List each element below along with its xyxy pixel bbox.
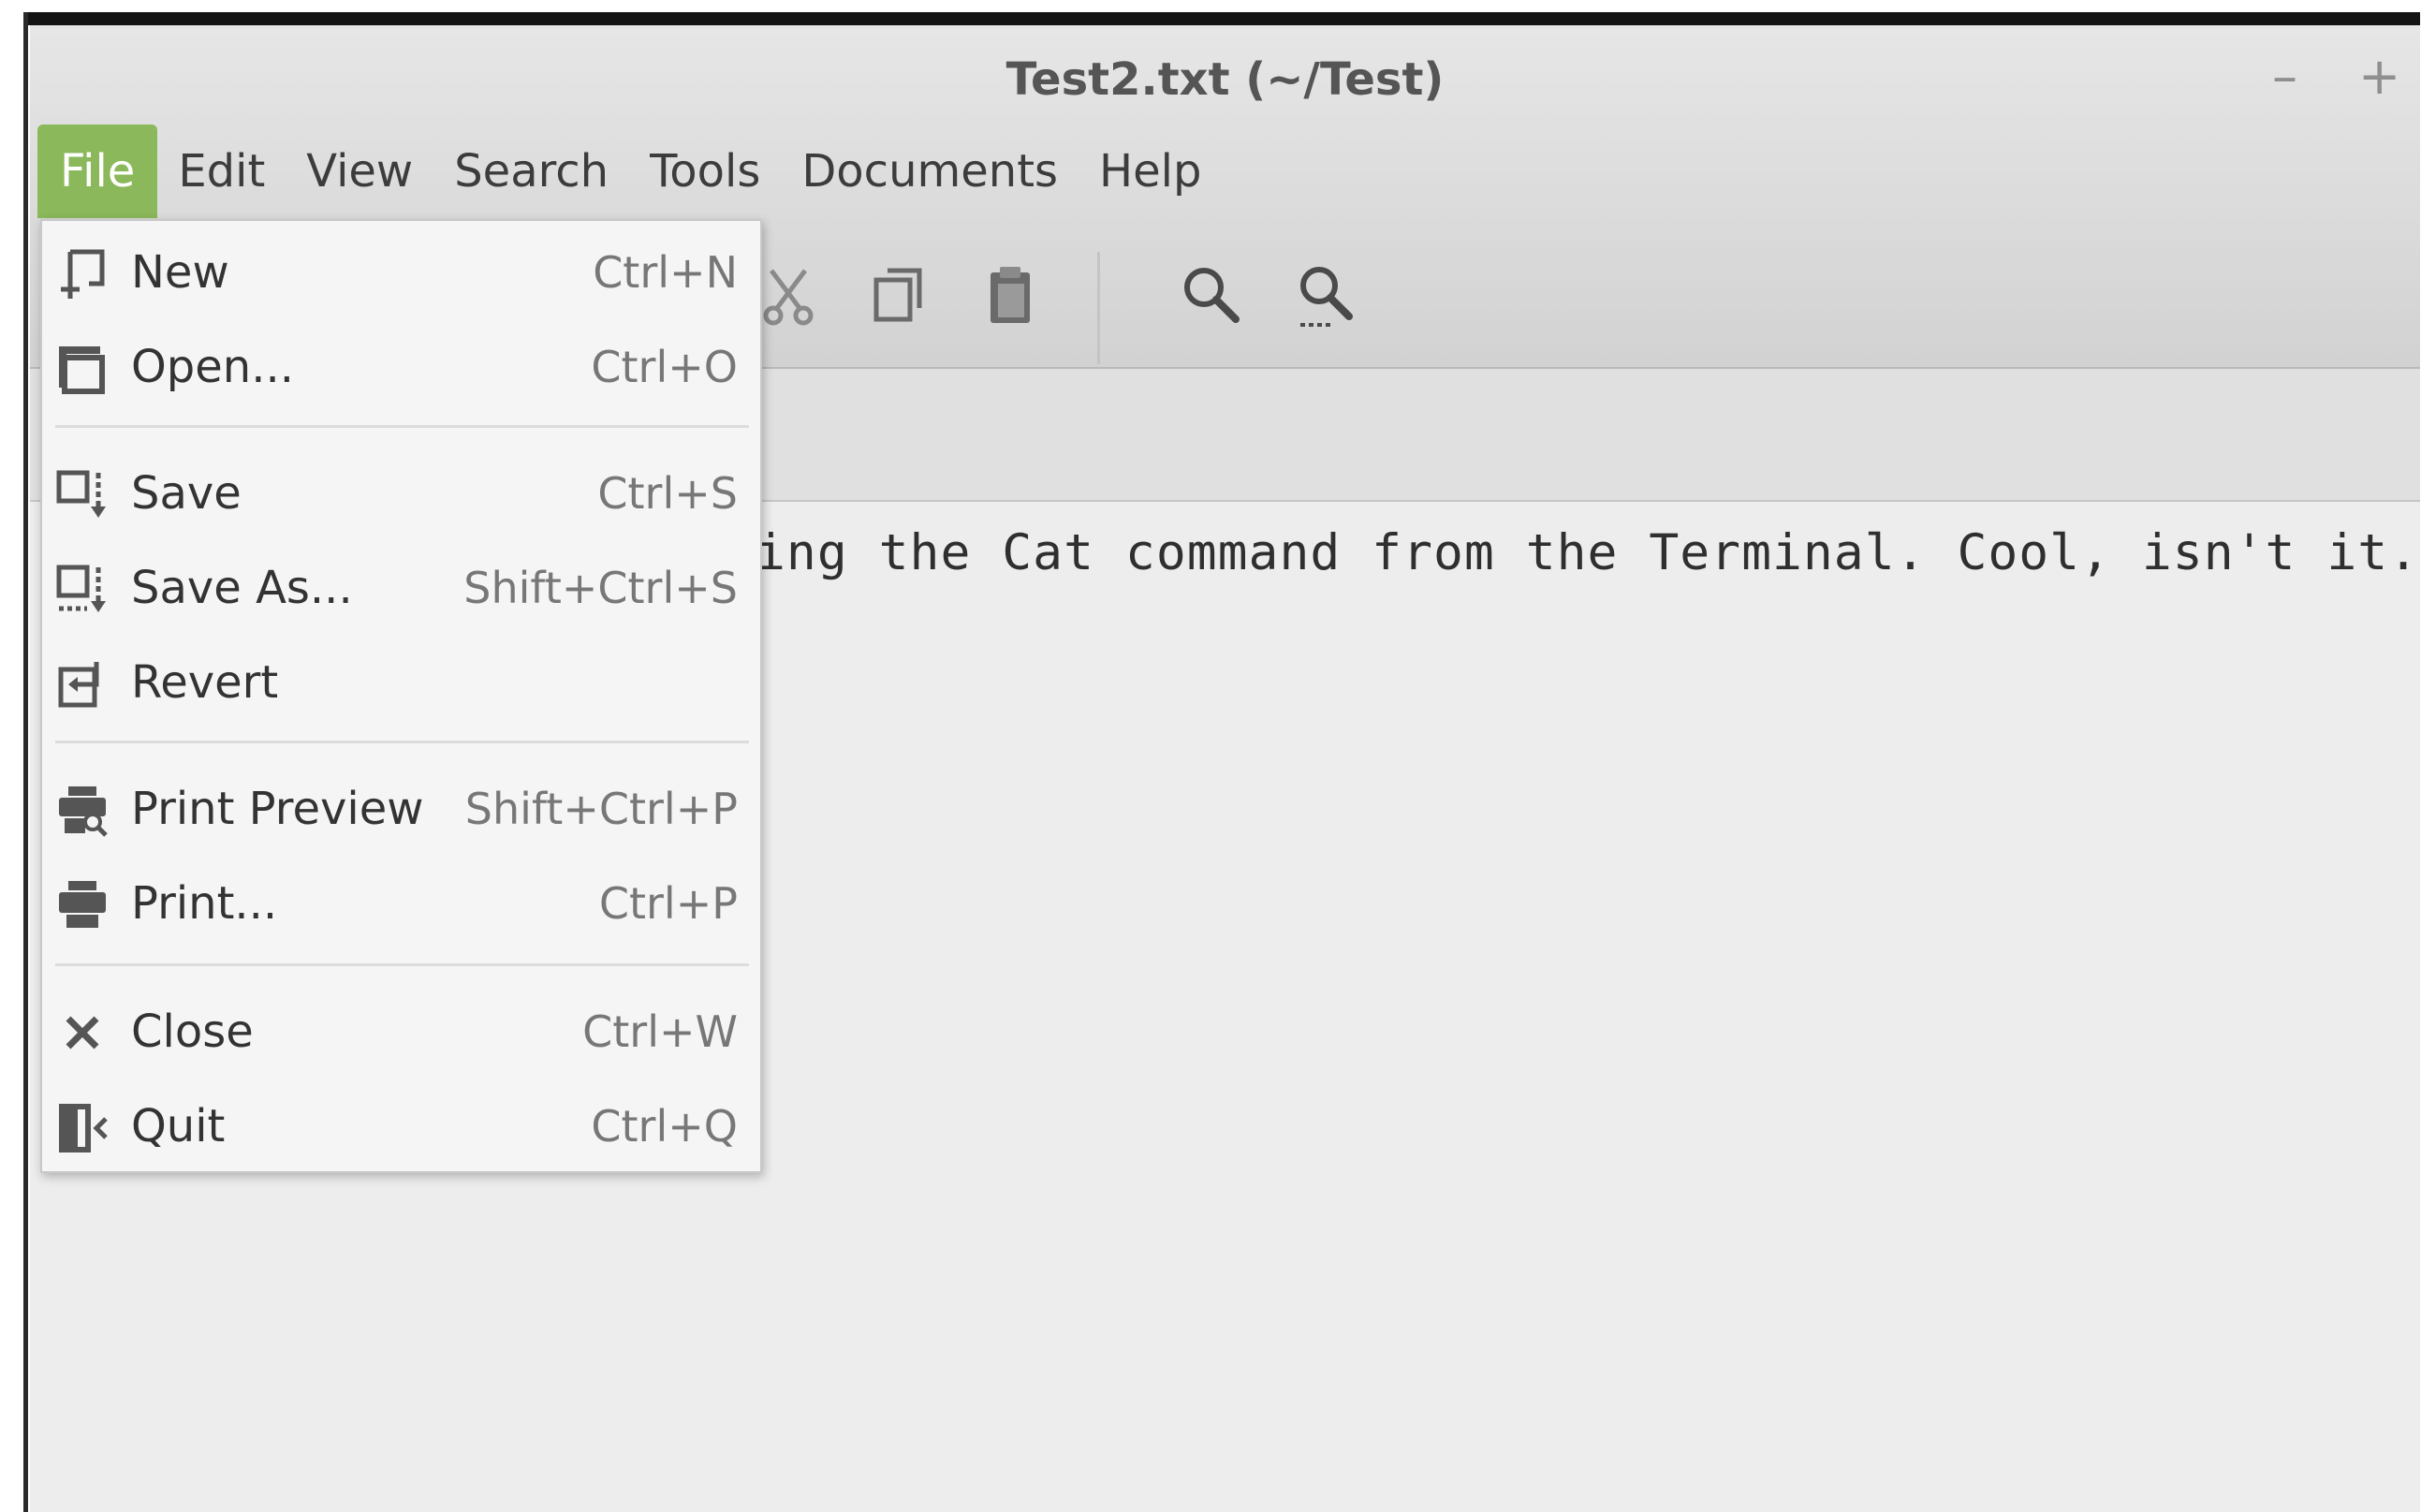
menu-item-shortcut: Ctrl+N bbox=[593, 247, 738, 298]
screen-frame-left bbox=[23, 12, 28, 1512]
window-title: Test2.txt (~/Test) bbox=[1005, 53, 1445, 106]
screen-frame-top bbox=[26, 12, 2420, 25]
menu-item-shortcut: Ctrl+S bbox=[597, 468, 738, 519]
menu-item-shortcut: Ctrl+P bbox=[598, 878, 738, 929]
menu-item-open[interactable]: Open... Ctrl+O bbox=[42, 320, 760, 414]
menu-item-close[interactable]: Close Ctrl+W bbox=[42, 985, 760, 1079]
toolbar-separator bbox=[1097, 252, 1100, 364]
menu-item-label: Print... bbox=[131, 877, 278, 930]
menu-item-label: Close bbox=[131, 1006, 254, 1058]
revert-icon bbox=[58, 662, 99, 708]
find-icon[interactable] bbox=[1174, 257, 1249, 332]
quit-icon bbox=[59, 1104, 108, 1152]
open-icon bbox=[59, 346, 105, 394]
menu-item-save-as[interactable]: Save As... Shift+Ctrl+S bbox=[42, 541, 760, 635]
menu-item-label: Open... bbox=[131, 341, 294, 393]
cut-icon[interactable] bbox=[751, 257, 826, 332]
file-menu-dropdown: New Ctrl+N Open... Ctrl+O Save Ctrl+S Sa… bbox=[40, 219, 762, 1173]
save-as-icon bbox=[56, 565, 106, 612]
menu-item-print[interactable]: Print... Ctrl+P bbox=[42, 857, 760, 950]
replace-icon[interactable] bbox=[1289, 257, 1364, 332]
menu-item-label: Save As... bbox=[131, 562, 353, 614]
save-icon bbox=[56, 470, 106, 518]
menu-item-print-preview[interactable]: Print Preview Shift+Ctrl+P bbox=[42, 762, 760, 856]
menu-item-shortcut: Ctrl+W bbox=[582, 1006, 738, 1057]
menu-item-revert[interactable]: Revert bbox=[42, 636, 760, 729]
copy-icon[interactable] bbox=[863, 257, 938, 332]
menu-edit[interactable]: Edit bbox=[157, 125, 286, 218]
menu-item-shortcut: Shift+Ctrl+P bbox=[464, 784, 738, 834]
paste-icon[interactable] bbox=[976, 257, 1050, 332]
menu-tools[interactable]: Tools bbox=[629, 125, 781, 218]
menu-view[interactable]: View bbox=[286, 125, 433, 218]
menu-bar: File Edit View Search Tools Documents He… bbox=[37, 125, 1222, 218]
maximize-button[interactable]: + bbox=[2358, 51, 2400, 102]
minimize-button[interactable]: – bbox=[2272, 51, 2297, 102]
menu-separator bbox=[55, 425, 749, 428]
menu-item-save[interactable]: Save Ctrl+S bbox=[42, 447, 760, 540]
close-icon bbox=[66, 1016, 99, 1050]
menu-item-label: Revert bbox=[131, 656, 279, 709]
menu-separator bbox=[55, 963, 749, 966]
print-icon bbox=[59, 881, 106, 928]
menu-item-shortcut: Shift+Ctrl+S bbox=[463, 563, 738, 613]
editor-text-line: ing the Cat command from the Terminal. C… bbox=[756, 524, 2420, 581]
menu-search[interactable]: Search bbox=[433, 125, 629, 218]
menu-item-new[interactable]: New Ctrl+N bbox=[42, 226, 760, 319]
menu-item-label: New bbox=[131, 246, 229, 299]
new-document-icon bbox=[61, 249, 105, 299]
menu-item-shortcut: Ctrl+O bbox=[591, 342, 738, 392]
menu-item-quit[interactable]: Quit Ctrl+Q bbox=[42, 1079, 760, 1173]
menu-item-label: Print Preview bbox=[131, 783, 424, 835]
menu-separator bbox=[55, 741, 749, 743]
menu-item-label: Quit bbox=[131, 1100, 226, 1152]
menu-item-label: Save bbox=[131, 467, 242, 520]
menu-help[interactable]: Help bbox=[1079, 125, 1222, 218]
menu-file[interactable]: File bbox=[37, 125, 158, 218]
print-preview-icon bbox=[59, 786, 108, 837]
menu-item-shortcut: Ctrl+Q bbox=[591, 1101, 738, 1152]
menu-documents[interactable]: Documents bbox=[781, 125, 1079, 218]
